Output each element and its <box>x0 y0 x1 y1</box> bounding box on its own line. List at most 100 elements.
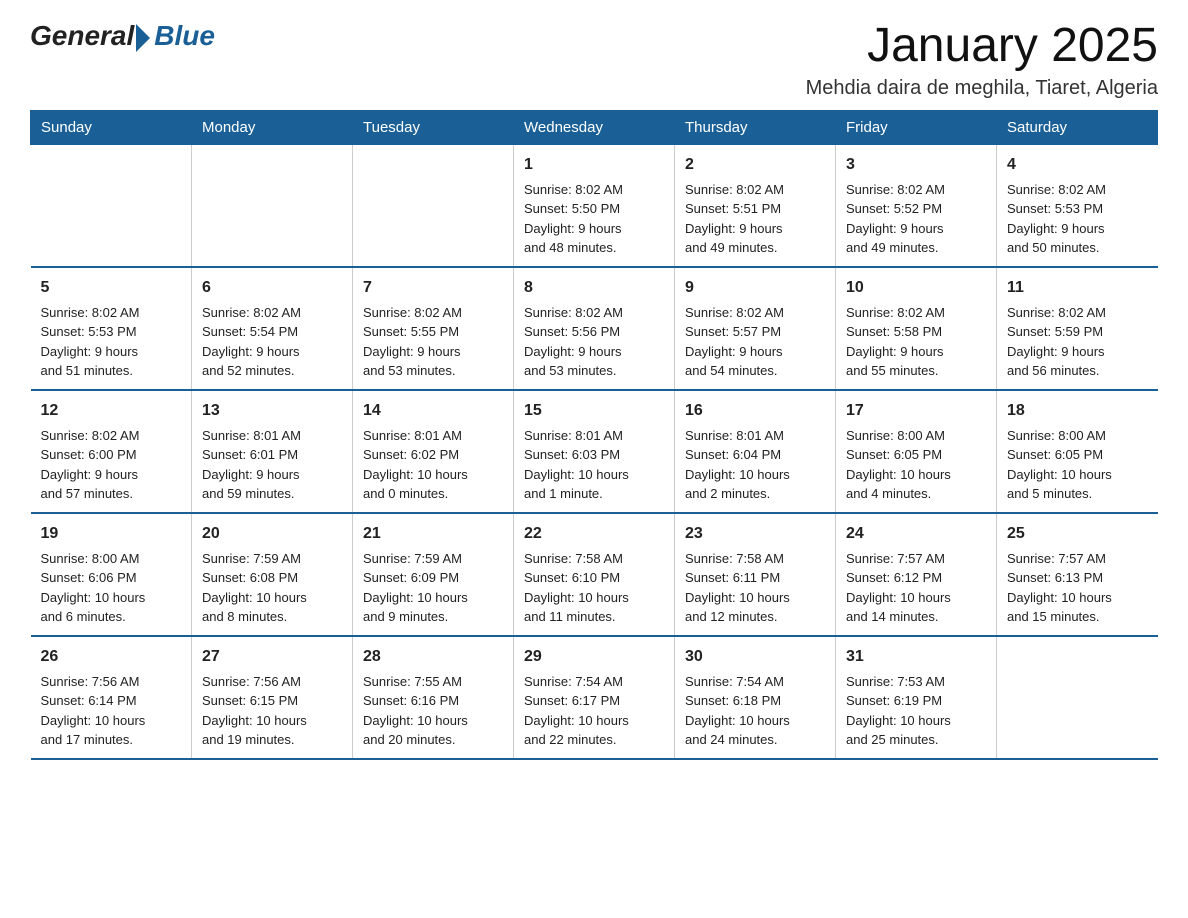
day-number: 1 <box>524 153 664 177</box>
day-info: Daylight: 10 hours <box>685 465 825 485</box>
calendar-body: 1Sunrise: 8:02 AMSunset: 5:50 PMDaylight… <box>31 144 1158 759</box>
day-number: 31 <box>846 645 986 669</box>
day-info: Daylight: 9 hours <box>202 342 342 362</box>
calendar-cell: 8Sunrise: 8:02 AMSunset: 5:56 PMDaylight… <box>514 267 675 390</box>
day-number: 16 <box>685 399 825 423</box>
day-info: Sunrise: 8:02 AM <box>1007 303 1148 323</box>
day-info: Sunset: 6:05 PM <box>846 445 986 465</box>
calendar-cell: 16Sunrise: 8:01 AMSunset: 6:04 PMDayligh… <box>675 390 836 513</box>
day-info: Daylight: 10 hours <box>41 711 182 731</box>
day-number: 28 <box>363 645 503 669</box>
day-info: and 24 minutes. <box>685 730 825 750</box>
day-info: Sunrise: 8:00 AM <box>846 426 986 446</box>
day-info: and 14 minutes. <box>846 607 986 627</box>
calendar-cell: 13Sunrise: 8:01 AMSunset: 6:01 PMDayligh… <box>192 390 353 513</box>
page-title: January 2025 <box>806 20 1158 73</box>
calendar-cell: 24Sunrise: 7:57 AMSunset: 6:12 PMDayligh… <box>836 513 997 636</box>
calendar-cell: 23Sunrise: 7:58 AMSunset: 6:11 PMDayligh… <box>675 513 836 636</box>
calendar-cell: 5Sunrise: 8:02 AMSunset: 5:53 PMDaylight… <box>31 267 192 390</box>
calendar-cell: 25Sunrise: 7:57 AMSunset: 6:13 PMDayligh… <box>997 513 1158 636</box>
day-info: Daylight: 10 hours <box>846 465 986 485</box>
day-info: and 15 minutes. <box>1007 607 1148 627</box>
calendar-cell <box>192 144 353 267</box>
day-info: Daylight: 10 hours <box>846 588 986 608</box>
day-info: Daylight: 10 hours <box>1007 465 1148 485</box>
day-info: Daylight: 9 hours <box>846 342 986 362</box>
calendar-cell: 17 Sunrise: 8:00 AMSunset: 6:05 PMDayligh… <box>836 390 997 513</box>
calendar-cell: 20Sunrise: 7:59 AMSunset: 6:08 PMDayligh… <box>192 513 353 636</box>
day-info: and 0 minutes. <box>363 484 503 504</box>
day-info: and 25 minutes. <box>846 730 986 750</box>
day-info: Daylight: 9 hours <box>524 219 664 239</box>
calendar-cell: 7Sunrise: 8:02 AMSunset: 5:55 PMDaylight… <box>353 267 514 390</box>
day-number: 6 <box>202 276 342 300</box>
calendar-cell: 3Sunrise: 8:02 AMSunset: 5:52 PMDaylight… <box>836 144 997 267</box>
calendar-table: Sunday Monday Tuesday Wednesday Thursday… <box>30 110 1158 760</box>
calendar-cell: 10Sunrise: 8:02 AMSunset: 5:58 PMDayligh… <box>836 267 997 390</box>
day-number: 10 <box>846 276 986 300</box>
day-info: Sunset: 5:50 PM <box>524 199 664 219</box>
day-info: Sunrise: 8:02 AM <box>1007 180 1148 200</box>
calendar-cell: 18Sunrise: 8:00 AMSunset: 6:05 PMDayligh… <box>997 390 1158 513</box>
day-info: Sunrise: 8:02 AM <box>524 303 664 323</box>
header-row: Sunday Monday Tuesday Wednesday Thursday… <box>31 110 1158 144</box>
day-info: Daylight: 10 hours <box>685 588 825 608</box>
day-info: and 53 minutes. <box>524 361 664 381</box>
col-saturday: Saturday <box>997 110 1158 144</box>
day-info: Daylight: 9 hours <box>363 342 503 362</box>
day-info: Sunset: 6:16 PM <box>363 691 503 711</box>
day-info: Daylight: 9 hours <box>524 342 664 362</box>
day-info: Sunrise: 7:58 AM <box>685 549 825 569</box>
title-block: January 2025 Mehdia daira de meghila, Ti… <box>806 20 1158 100</box>
day-info: Sunset: 5:57 PM <box>685 322 825 342</box>
day-number: 18 <box>1007 399 1148 423</box>
calendar-cell <box>997 636 1158 759</box>
day-info: Sunset: 6:05 PM <box>1007 445 1148 465</box>
day-info: and 5 minutes. <box>1007 484 1148 504</box>
day-number: 17 <box>846 399 986 423</box>
day-info: Sunrise: 8:01 AM <box>202 426 342 446</box>
calendar-week-1: 1Sunrise: 8:02 AMSunset: 5:50 PMDaylight… <box>31 144 1158 267</box>
day-info: Daylight: 10 hours <box>846 711 986 731</box>
day-info: Sunset: 6:09 PM <box>363 568 503 588</box>
calendar-cell <box>353 144 514 267</box>
day-info: Daylight: 10 hours <box>1007 588 1148 608</box>
day-info: Daylight: 9 hours <box>41 342 182 362</box>
day-info: and 56 minutes. <box>1007 361 1148 381</box>
calendar-cell: 4Sunrise: 8:02 AMSunset: 5:53 PMDaylight… <box>997 144 1158 267</box>
day-number: 26 <box>41 645 182 669</box>
day-info: Sunrise: 7:53 AM <box>846 672 986 692</box>
day-info: and 12 minutes. <box>685 607 825 627</box>
calendar-week-2: 5Sunrise: 8:02 AMSunset: 5:53 PMDaylight… <box>31 267 1158 390</box>
calendar-week-4: 19Sunrise: 8:00 AMSunset: 6:06 PMDayligh… <box>31 513 1158 636</box>
day-info: Sunset: 6:03 PM <box>524 445 664 465</box>
day-info: Sunset: 5:58 PM <box>846 322 986 342</box>
day-info: Daylight: 9 hours <box>202 465 342 485</box>
day-info: Daylight: 10 hours <box>524 711 664 731</box>
day-info: and 19 minutes. <box>202 730 342 750</box>
day-info: Sunset: 5:59 PM <box>1007 322 1148 342</box>
day-info: Daylight: 9 hours <box>41 465 182 485</box>
day-number: 2 <box>685 153 825 177</box>
day-info: Daylight: 10 hours <box>363 465 503 485</box>
day-info: Daylight: 9 hours <box>846 219 986 239</box>
day-number: 21 <box>363 522 503 546</box>
day-info: Sunrise: 7:58 AM <box>524 549 664 569</box>
calendar-cell: 14Sunrise: 8:01 AMSunset: 6:02 PMDayligh… <box>353 390 514 513</box>
day-info: and 6 minutes. <box>41 607 182 627</box>
day-number: 14 <box>363 399 503 423</box>
col-wednesday: Wednesday <box>514 110 675 144</box>
day-info: Sunset: 6:14 PM <box>41 691 182 711</box>
day-info: and 17 minutes. <box>41 730 182 750</box>
day-info: Sunrise: 7:54 AM <box>685 672 825 692</box>
day-info: Sunrise: 7:56 AM <box>41 672 182 692</box>
day-info: Sunset: 6:18 PM <box>685 691 825 711</box>
day-info: and 49 minutes. <box>846 238 986 258</box>
day-info: Sunrise: 7:57 AM <box>1007 549 1148 569</box>
page-subtitle: Mehdia daira de meghila, Tiaret, Algeria <box>806 77 1158 100</box>
day-number: 3 <box>846 153 986 177</box>
calendar-cell: 2Sunrise: 8:02 AMSunset: 5:51 PMDaylight… <box>675 144 836 267</box>
day-info: Daylight: 10 hours <box>524 588 664 608</box>
day-number: 29 <box>524 645 664 669</box>
day-info: Daylight: 10 hours <box>202 588 342 608</box>
